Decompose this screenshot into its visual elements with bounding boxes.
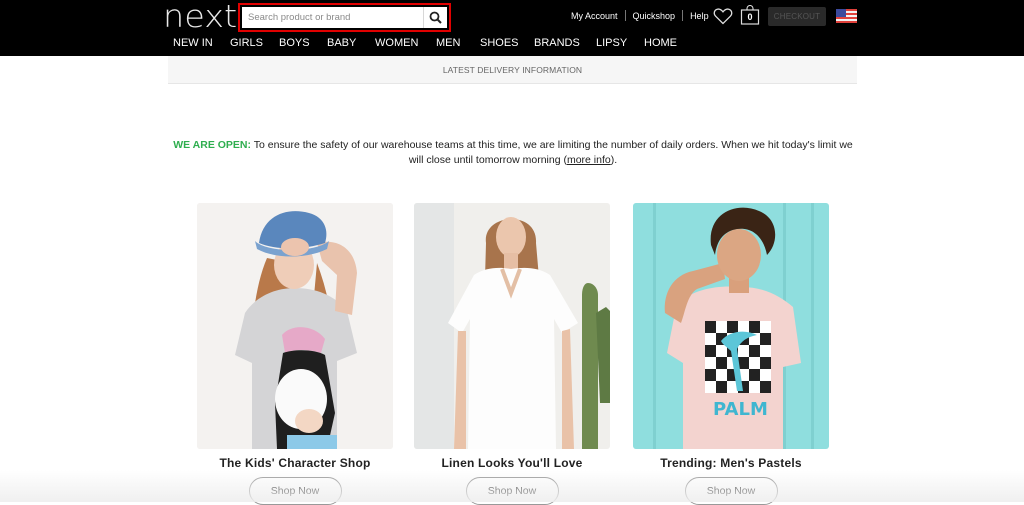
checkout-button[interactable]: CHECKOUT <box>768 7 826 26</box>
store-open-notice: WE ARE OPEN: To ensure the safety of our… <box>170 138 856 168</box>
delivery-info-label: LATEST DELIVERY INFORMATION <box>442 64 583 75</box>
promo-image-pastels[interactable]: PALM <box>633 203 829 449</box>
search-inner <box>242 7 447 28</box>
bag-count: 0 <box>747 12 753 22</box>
notice-tail: ). <box>610 154 618 166</box>
shop-now-button[interactable]: Shop Now <box>684 477 778 505</box>
nav-women[interactable]: WOMEN <box>375 37 436 49</box>
quickshop-link[interactable]: Quickshop <box>633 11 676 21</box>
nav-girls[interactable]: GIRLS <box>230 37 279 49</box>
site-header: next My Account Quickshop Help 0 CHECKOU… <box>0 0 1024 56</box>
utility-links: My Account Quickshop Help <box>571 10 709 21</box>
promo-title: Trending: Men's Pastels <box>660 456 802 470</box>
notice-text: To ensure the safety of our warehouse te… <box>251 139 853 166</box>
us-flag-icon[interactable] <box>836 9 857 23</box>
linen-dress-photo <box>414 203 610 449</box>
open-highlight: WE ARE OPEN: <box>173 139 251 151</box>
main-nav: NEW IN GIRLS BOYS BABY WOMEN MEN SHOES B… <box>173 37 677 49</box>
shopping-bag[interactable]: 0 <box>740 5 760 25</box>
promo-card: Linen Looks You'll Love Shop Now <box>414 203 610 505</box>
nav-baby[interactable]: BABY <box>327 37 375 49</box>
promo-title: Linen Looks You'll Love <box>441 456 583 470</box>
promo-image-kids[interactable] <box>197 203 393 449</box>
divider <box>682 10 684 21</box>
search-input[interactable] <box>242 7 423 28</box>
svg-text:PALM: PALM <box>713 399 768 420</box>
promo-card: PALM Trending: Men's Pastels Shop Now <box>633 203 829 505</box>
shop-now-button[interactable]: Shop Now <box>465 477 559 505</box>
nav-brands[interactable]: BRANDS <box>534 37 596 49</box>
promo-title: The Kids' Character Shop <box>219 456 371 470</box>
shop-now-button[interactable]: Shop Now <box>248 477 342 505</box>
help-link[interactable]: Help <box>690 11 709 21</box>
nav-new-in[interactable]: NEW IN <box>173 37 230 49</box>
divider <box>624 10 626 21</box>
promo-card: The Kids' Character Shop Shop Now <box>197 203 393 505</box>
nav-shoes[interactable]: SHOES <box>480 37 534 49</box>
nav-boys[interactable]: BOYS <box>279 37 327 49</box>
mens-pastels-photo: PALM <box>633 203 829 449</box>
delivery-info-bar[interactable]: LATEST DELIVERY INFORMATION <box>168 56 857 84</box>
search-icon <box>429 11 442 24</box>
kids-character-photo <box>197 203 393 449</box>
nav-home[interactable]: HOME <box>644 37 677 49</box>
more-info-link[interactable]: more info <box>567 154 611 166</box>
next-logo[interactable]: next <box>163 1 237 33</box>
search-box <box>238 3 451 32</box>
nav-lipsy[interactable]: LIPSY <box>596 37 644 49</box>
promo-image-linen[interactable] <box>414 203 610 449</box>
favourites-heart-icon[interactable] <box>713 7 733 25</box>
my-account-link[interactable]: My Account <box>571 11 618 21</box>
search-button[interactable] <box>423 7 447 28</box>
nav-men[interactable]: MEN <box>436 37 480 49</box>
